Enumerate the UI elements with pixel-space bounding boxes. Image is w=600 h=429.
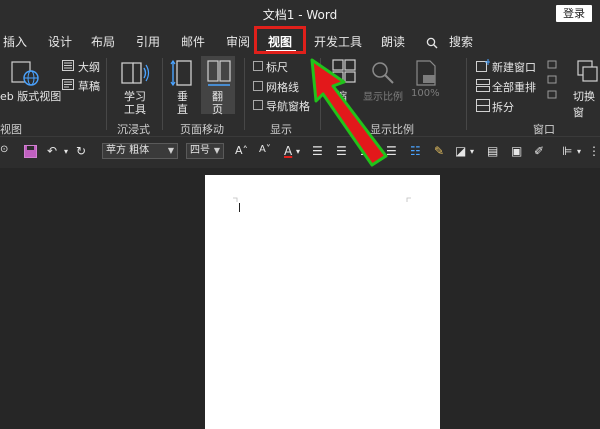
- text-cursor: [239, 203, 240, 212]
- views-group-label: 视图: [0, 123, 22, 136]
- highlight-box: [254, 26, 306, 54]
- web-layout-label[interactable]: eb 版式视图: [0, 88, 61, 104]
- learning-tools-icon[interactable]: [119, 59, 151, 87]
- split-icon[interactable]: [476, 99, 490, 112]
- undo-dropdown-icon[interactable]: ▾: [64, 147, 68, 156]
- learning-tools-label-2[interactable]: 工具: [124, 101, 146, 117]
- font-name-value: 苹方 粗体: [106, 145, 150, 156]
- show-group-label: 显示: [270, 123, 292, 136]
- undo-icon[interactable]: ↶: [47, 144, 57, 158]
- font-name-select[interactable]: 苹方 粗体 ▼: [102, 143, 178, 159]
- vertical-scroll-icon[interactable]: [170, 58, 196, 88]
- shapes-dropdown-icon[interactable]: ▾: [470, 147, 474, 156]
- outline-label[interactable]: 大纲: [78, 59, 100, 75]
- shapes-icon[interactable]: ◪: [455, 144, 466, 158]
- ruler-label[interactable]: 标尺: [266, 59, 288, 75]
- page-margin-marks: [233, 197, 411, 202]
- ruler-checkbox[interactable]: [253, 61, 263, 71]
- page-movement-group-label: 页面移动: [180, 123, 224, 136]
- font-size-select[interactable]: 四号 ▼: [186, 143, 224, 159]
- draw-icon[interactable]: ✐: [534, 144, 544, 158]
- redo-icon[interactable]: ↻: [76, 144, 86, 158]
- tab-references[interactable]: 引用: [136, 33, 160, 50]
- immersive-group-label: 沉浸式: [117, 123, 150, 136]
- tab-review[interactable]: 审阅: [226, 33, 250, 50]
- title-bar: 文档1 - Word 登录: [0, 0, 600, 28]
- font-size-value: 四号: [190, 145, 210, 156]
- align-dropdown-icon[interactable]: ▾: [577, 147, 581, 156]
- window-mini-icons: [547, 60, 557, 103]
- hundred-percent-label[interactable]: 100%: [411, 88, 440, 99]
- separator: [106, 58, 107, 130]
- side-label-2[interactable]: 页: [212, 101, 223, 117]
- annotation-arrow: [310, 58, 388, 167]
- new-window-label[interactable]: 新建窗口: [492, 59, 536, 75]
- chevron-down-icon: ▼: [167, 146, 174, 155]
- gridlines-label[interactable]: 网格线: [266, 79, 299, 95]
- document-page[interactable]: [205, 175, 440, 429]
- textbox-icon[interactable]: ▤: [487, 144, 498, 158]
- distributed-icon[interactable]: ☷: [410, 144, 421, 158]
- save-icon[interactable]: [24, 145, 37, 158]
- font-color-icon[interactable]: A: [284, 144, 292, 158]
- new-window-icon[interactable]: [476, 59, 490, 72]
- autosave-icon[interactable]: ⊙: [0, 144, 8, 155]
- outline-icon[interactable]: [62, 60, 74, 71]
- arrange-all-icon[interactable]: [476, 79, 490, 92]
- search-icon[interactable]: [426, 37, 438, 49]
- split-label[interactable]: 拆分: [492, 99, 514, 115]
- arrange-all-label[interactable]: 全部重排: [492, 79, 536, 95]
- separator: [162, 58, 163, 130]
- tab-layout[interactable]: 布局: [91, 33, 115, 50]
- switch-windows-icon[interactable]: [576, 59, 600, 85]
- tab-mailings[interactable]: 邮件: [181, 33, 205, 50]
- window-title: 文档1 - Word: [262, 8, 338, 22]
- more-icon[interactable]: ⋮: [588, 144, 600, 158]
- switch-windows-label[interactable]: 切换窗: [573, 88, 600, 120]
- tab-insert[interactable]: 插入: [3, 33, 27, 50]
- tab-developer[interactable]: 开发工具: [314, 33, 362, 50]
- shrink-font-icon[interactable]: A˅: [259, 144, 271, 155]
- separator: [466, 58, 467, 130]
- chevron-down-icon: ▼: [213, 146, 220, 155]
- web-layout-icon[interactable]: [10, 60, 40, 88]
- tab-design[interactable]: 设计: [48, 33, 72, 50]
- window-group-label: 窗口: [533, 123, 555, 136]
- grow-font-icon[interactable]: A˄: [235, 144, 248, 157]
- tab-search[interactable]: 搜索: [449, 33, 473, 50]
- draft-icon[interactable]: [62, 79, 74, 90]
- separator: [244, 58, 245, 130]
- login-button[interactable]: 登录: [556, 5, 592, 22]
- side-to-side-icon[interactable]: [204, 58, 234, 88]
- gridlines-checkbox[interactable]: [253, 81, 263, 91]
- align-objects-icon[interactable]: ⊫: [562, 144, 572, 158]
- draft-label[interactable]: 草稿: [78, 78, 100, 94]
- hundred-percent-icon[interactable]: [414, 59, 438, 87]
- picture-icon[interactable]: ▣: [511, 144, 522, 158]
- format-painter-icon[interactable]: ✎: [434, 144, 444, 158]
- nav-pane-checkbox[interactable]: [253, 100, 263, 110]
- tab-read-aloud[interactable]: 朗读: [381, 33, 405, 50]
- vertical-label-2[interactable]: 直: [177, 101, 188, 117]
